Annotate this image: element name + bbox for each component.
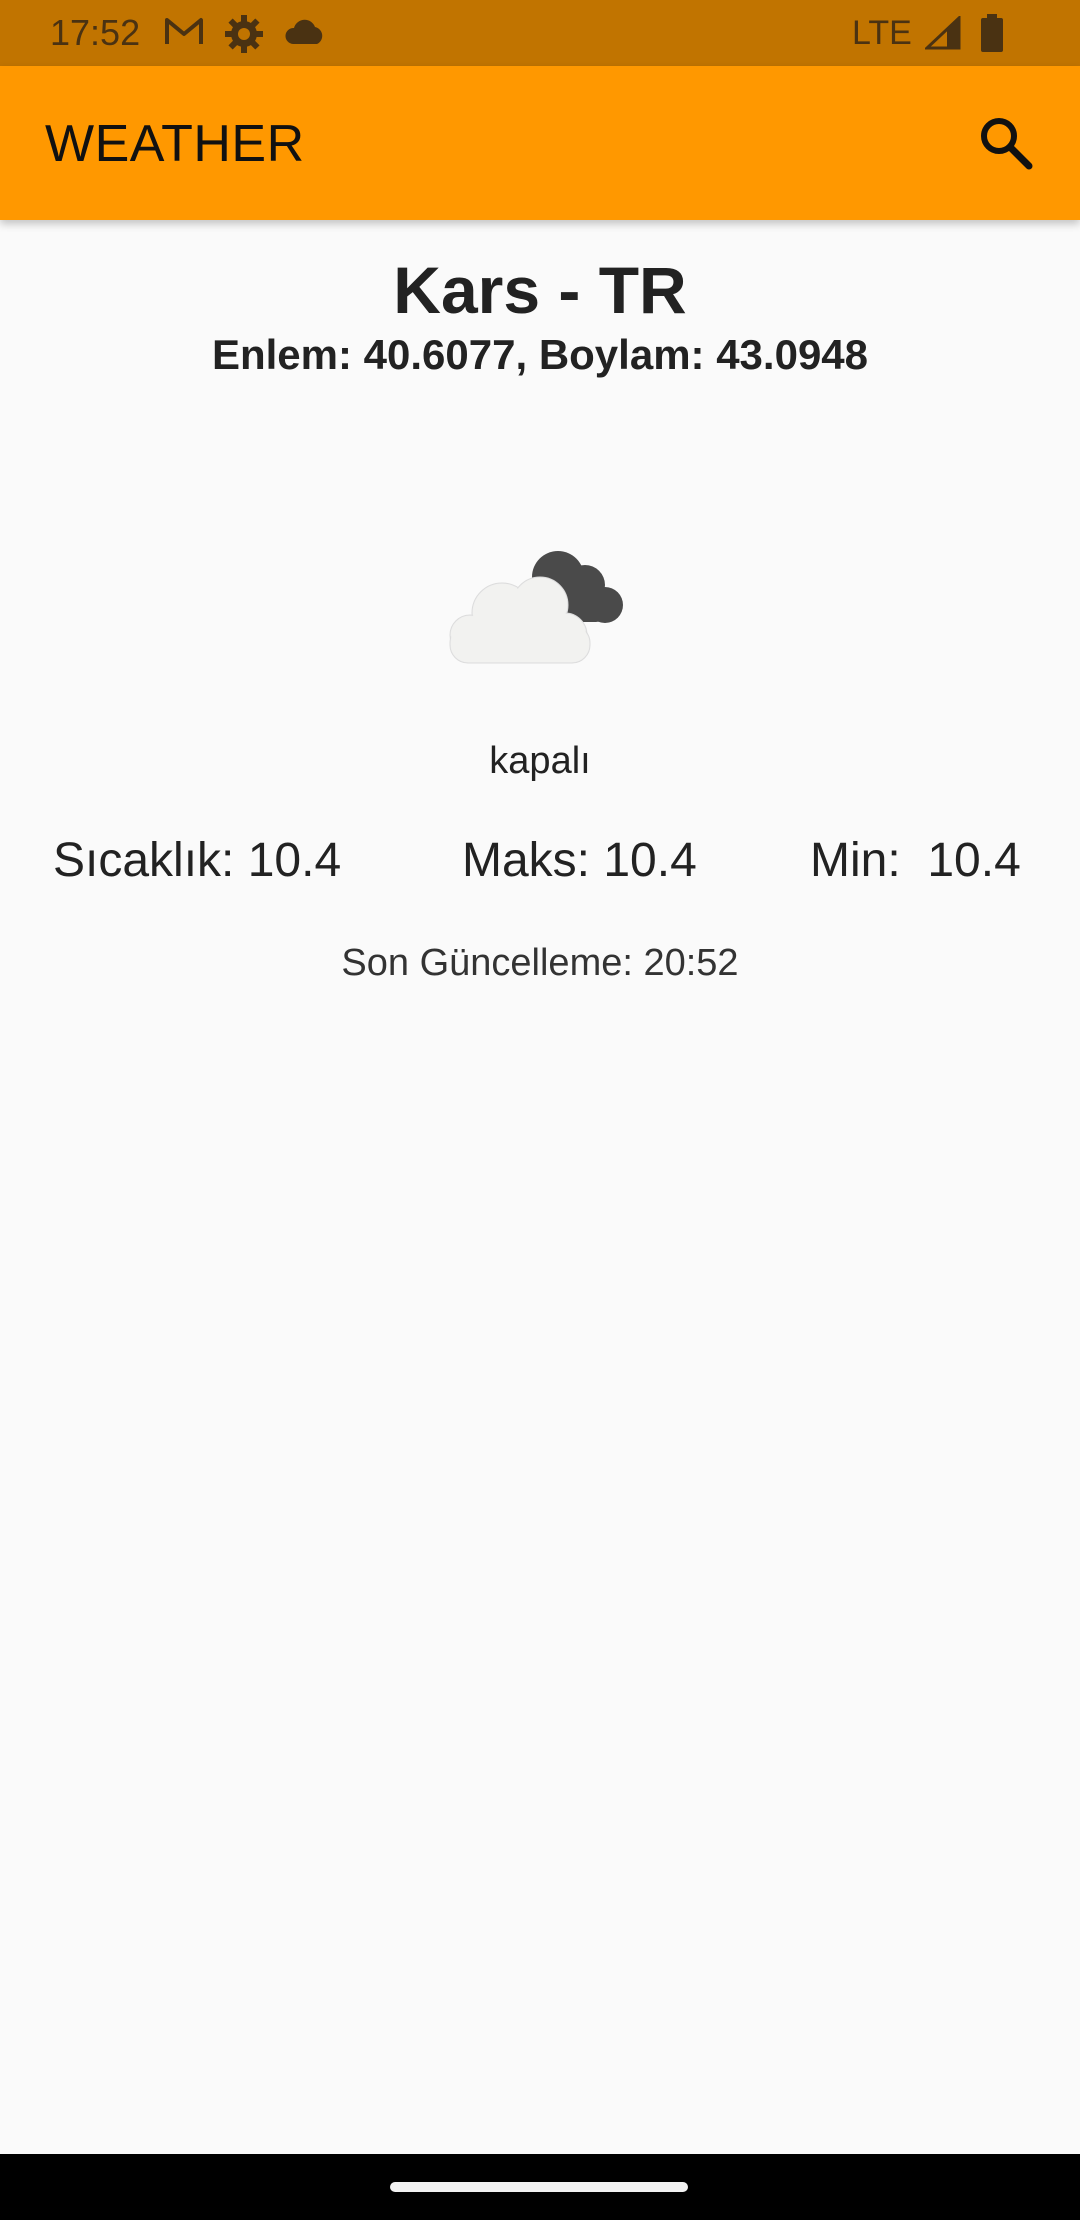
cloud-icon xyxy=(285,19,323,44)
min-temperature: Min: 10.4 xyxy=(810,834,1021,887)
overcast-cloud-icon xyxy=(449,551,623,664)
weather-condition: kapalı xyxy=(489,740,591,782)
coordinates: Enlem: 40.6077, Boylam: 43.0948 xyxy=(211,331,869,378)
status-bar: 17:52 LTE xyxy=(0,0,1080,66)
network-type: LTE xyxy=(852,14,912,52)
gmail-icon xyxy=(165,18,203,44)
app-title: WEATHER xyxy=(45,115,305,173)
status-time: 17:52 xyxy=(50,12,141,53)
battery-icon xyxy=(981,14,1003,52)
search-icon xyxy=(981,118,1033,170)
search-button[interactable] xyxy=(975,112,1037,174)
city-name: Kars - TR xyxy=(393,253,687,327)
max-temperature: Maks: 10.4 xyxy=(462,834,697,887)
app-bar: WEATHER xyxy=(0,66,1080,220)
settings-gear-icon xyxy=(225,15,263,53)
home-gesture-handle[interactable] xyxy=(390,2182,688,2192)
navigation-bar xyxy=(0,2154,1080,2220)
temperature: Sıcaklık: 10.4 xyxy=(53,834,342,887)
signal-icon xyxy=(925,16,961,50)
last-updated: Son Güncelleme: 20:52 xyxy=(341,942,739,984)
